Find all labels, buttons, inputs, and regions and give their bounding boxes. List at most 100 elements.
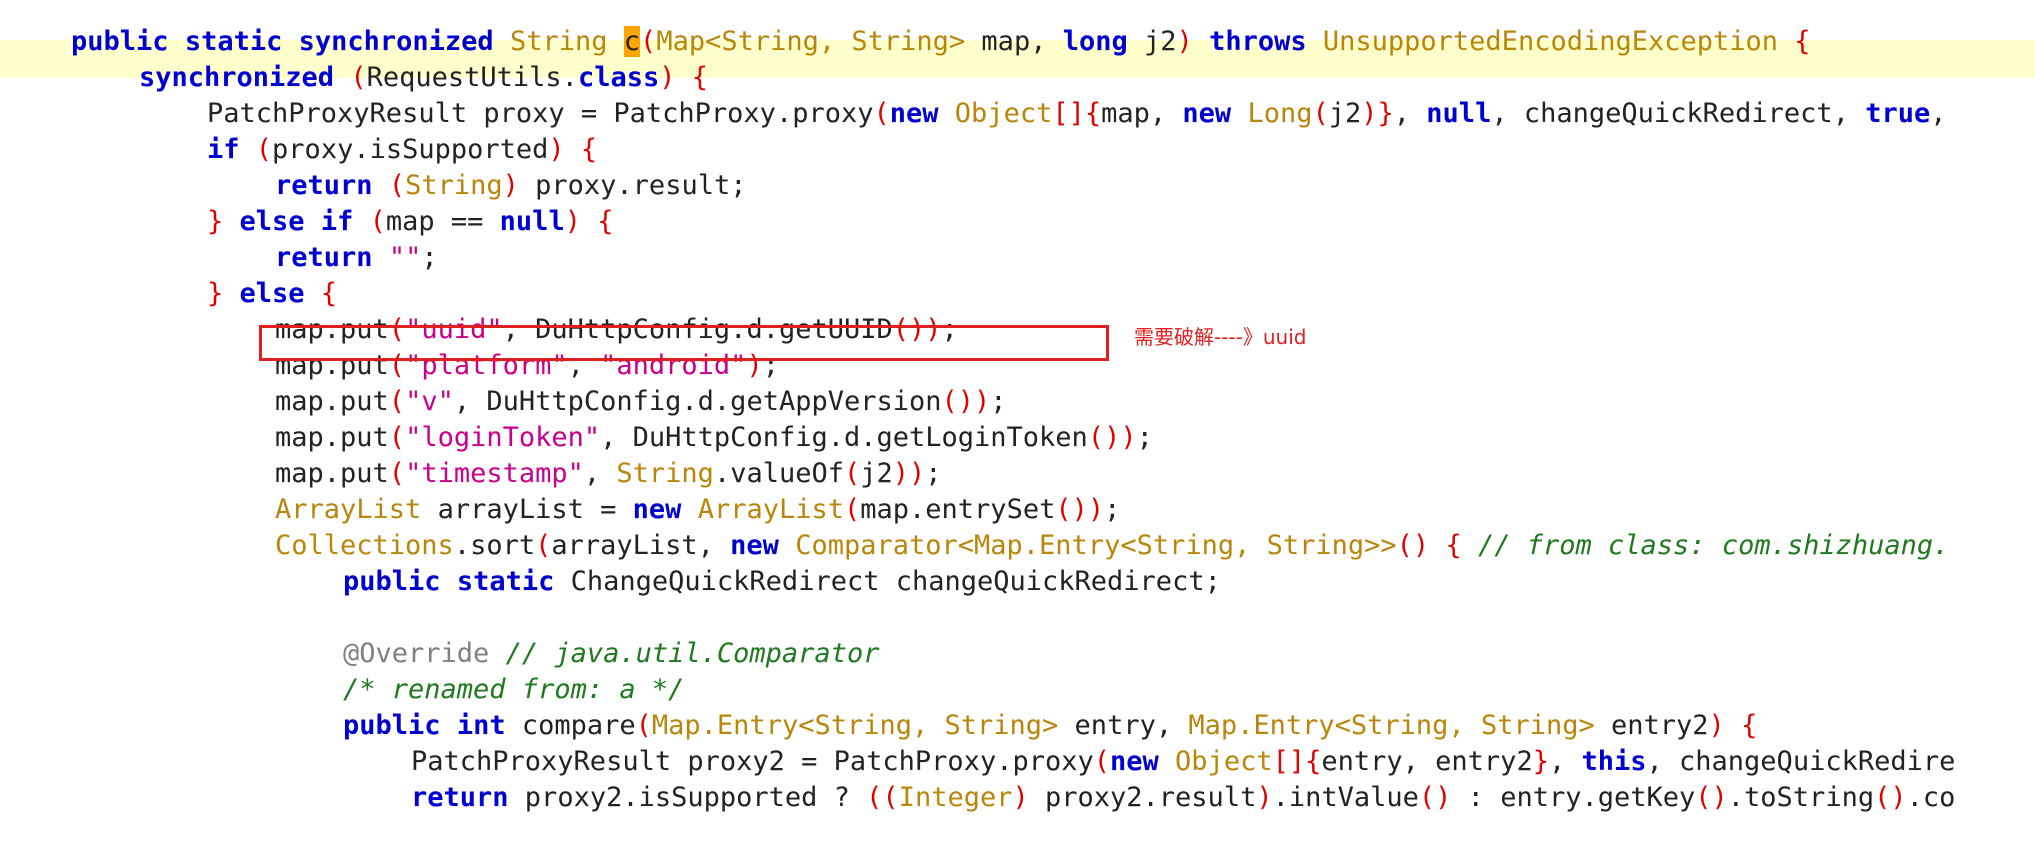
code-line: /* renamed from: a */ <box>343 672 684 708</box>
code-token: (( <box>866 782 899 813</box>
code-token: public <box>71 26 169 57</box>
code-token: ChangeQuickRedirect changeQuickRedirect; <box>554 566 1221 597</box>
code-token: ( <box>350 62 367 93</box>
code-token: () <box>1695 782 1728 813</box>
code-token: Map<String, String> <box>656 26 966 57</box>
code-token: arrayList = <box>421 494 633 525</box>
code-token: , changeQuickRedire <box>1646 746 1956 777</box>
code-token: entry, entry2 <box>1321 746 1533 777</box>
code-token: ( <box>255 134 273 165</box>
code-token: , changeQuickRedirect, <box>1491 98 1866 129</box>
code-token: map.put <box>275 422 389 453</box>
code-token: ()) <box>1087 422 1137 453</box>
code-token: []{ <box>1052 98 1102 129</box>
code-token: } <box>207 206 224 237</box>
code-token: @Override <box>343 638 490 669</box>
code-token: { <box>320 278 338 309</box>
code-token: , <box>1930 98 1947 129</box>
code-token: { <box>1794 26 1811 57</box>
code-token: // from class: com.shizhuang. <box>1477 530 1950 561</box>
code-token: { <box>1741 710 1758 741</box>
code-token: )} <box>1361 98 1394 129</box>
code-editor[interactable]: public static synchronized String c(Map<… <box>0 0 2035 841</box>
code-token: String <box>616 458 714 489</box>
code-token: , <box>1548 746 1582 777</box>
code-token: ()) <box>941 386 991 417</box>
code-token: , DuHttpConfig.d.getAppVersion <box>453 386 942 417</box>
code-token: ( <box>1312 98 1329 129</box>
code-line: map.put("v", DuHttpConfig.d.getAppVersio… <box>275 384 1007 420</box>
code-line: return ""; <box>275 240 438 276</box>
code-line: return proxy2.isSupported ? ((Integer) p… <box>411 780 1955 816</box>
code-token: Map.Entry<String, String> <box>1188 710 1595 741</box>
code-token: ()) <box>1055 494 1105 525</box>
code-token: true <box>1865 98 1931 129</box>
code-token: map, <box>965 26 1063 57</box>
code-line: PatchProxyResult proxy2 = PatchProxy.pro… <box>411 744 1955 780</box>
code-token: int <box>456 710 506 741</box>
code-token: ) <box>502 170 519 201</box>
code-token: PatchProxyResult proxy = PatchProxy.prox… <box>207 98 874 129</box>
code-token: , <box>583 458 617 489</box>
code-token: .valueOf <box>713 458 844 489</box>
code-token: j2 <box>860 458 893 489</box>
code-token: map, <box>1101 98 1183 129</box>
code-token: map.entrySet <box>860 494 1056 525</box>
code-token: { <box>1445 530 1462 561</box>
code-token: public <box>343 566 441 597</box>
code-token: ) <box>1012 782 1029 813</box>
code-token: ; <box>421 242 438 273</box>
code-token: , DuHttpConfig.d.getLoginToken <box>600 422 1088 453</box>
code-token: proxy2.result <box>1028 782 1257 813</box>
code-token: ; <box>990 386 1007 417</box>
code-token: ( <box>535 530 552 561</box>
code-line: public static ChangeQuickRedirect change… <box>343 564 1221 600</box>
code-token: UnsupportedEncodingException <box>1322 26 1779 57</box>
code-token: else <box>239 278 305 309</box>
code-token: ( <box>843 458 861 489</box>
code-line: return (String) proxy.result; <box>275 168 746 204</box>
code-token: class <box>577 62 660 93</box>
code-token: () <box>1396 530 1430 561</box>
code-token: return <box>275 242 373 273</box>
code-token: ( <box>369 206 386 237</box>
code-token: ) <box>659 62 676 93</box>
code-token: map.put <box>275 458 389 489</box>
code-token: synchronized <box>298 26 494 57</box>
code-token: Object <box>954 98 1053 129</box>
code-token: ArrayList <box>275 494 422 525</box>
annotation-box <box>259 325 1109 361</box>
code-token: ; <box>1104 494 1121 525</box>
code-token: Collections <box>275 530 454 561</box>
code-token: ( <box>1093 746 1110 777</box>
code-token: proxy.isSupported <box>272 134 549 165</box>
code-token: ( <box>388 422 406 453</box>
code-token: new <box>889 98 939 129</box>
code-line: map.put("loginToken", DuHttpConfig.d.get… <box>275 420 1153 456</box>
code-token: ( <box>844 494 861 525</box>
code-token: Map.Entry<String, String> <box>651 710 1059 741</box>
code-line: synchronized (RequestUtils.class) { <box>139 60 708 96</box>
code-token: public <box>343 710 441 741</box>
code-line: if (proxy.isSupported) { <box>207 132 597 168</box>
caret-token: c <box>623 26 641 57</box>
